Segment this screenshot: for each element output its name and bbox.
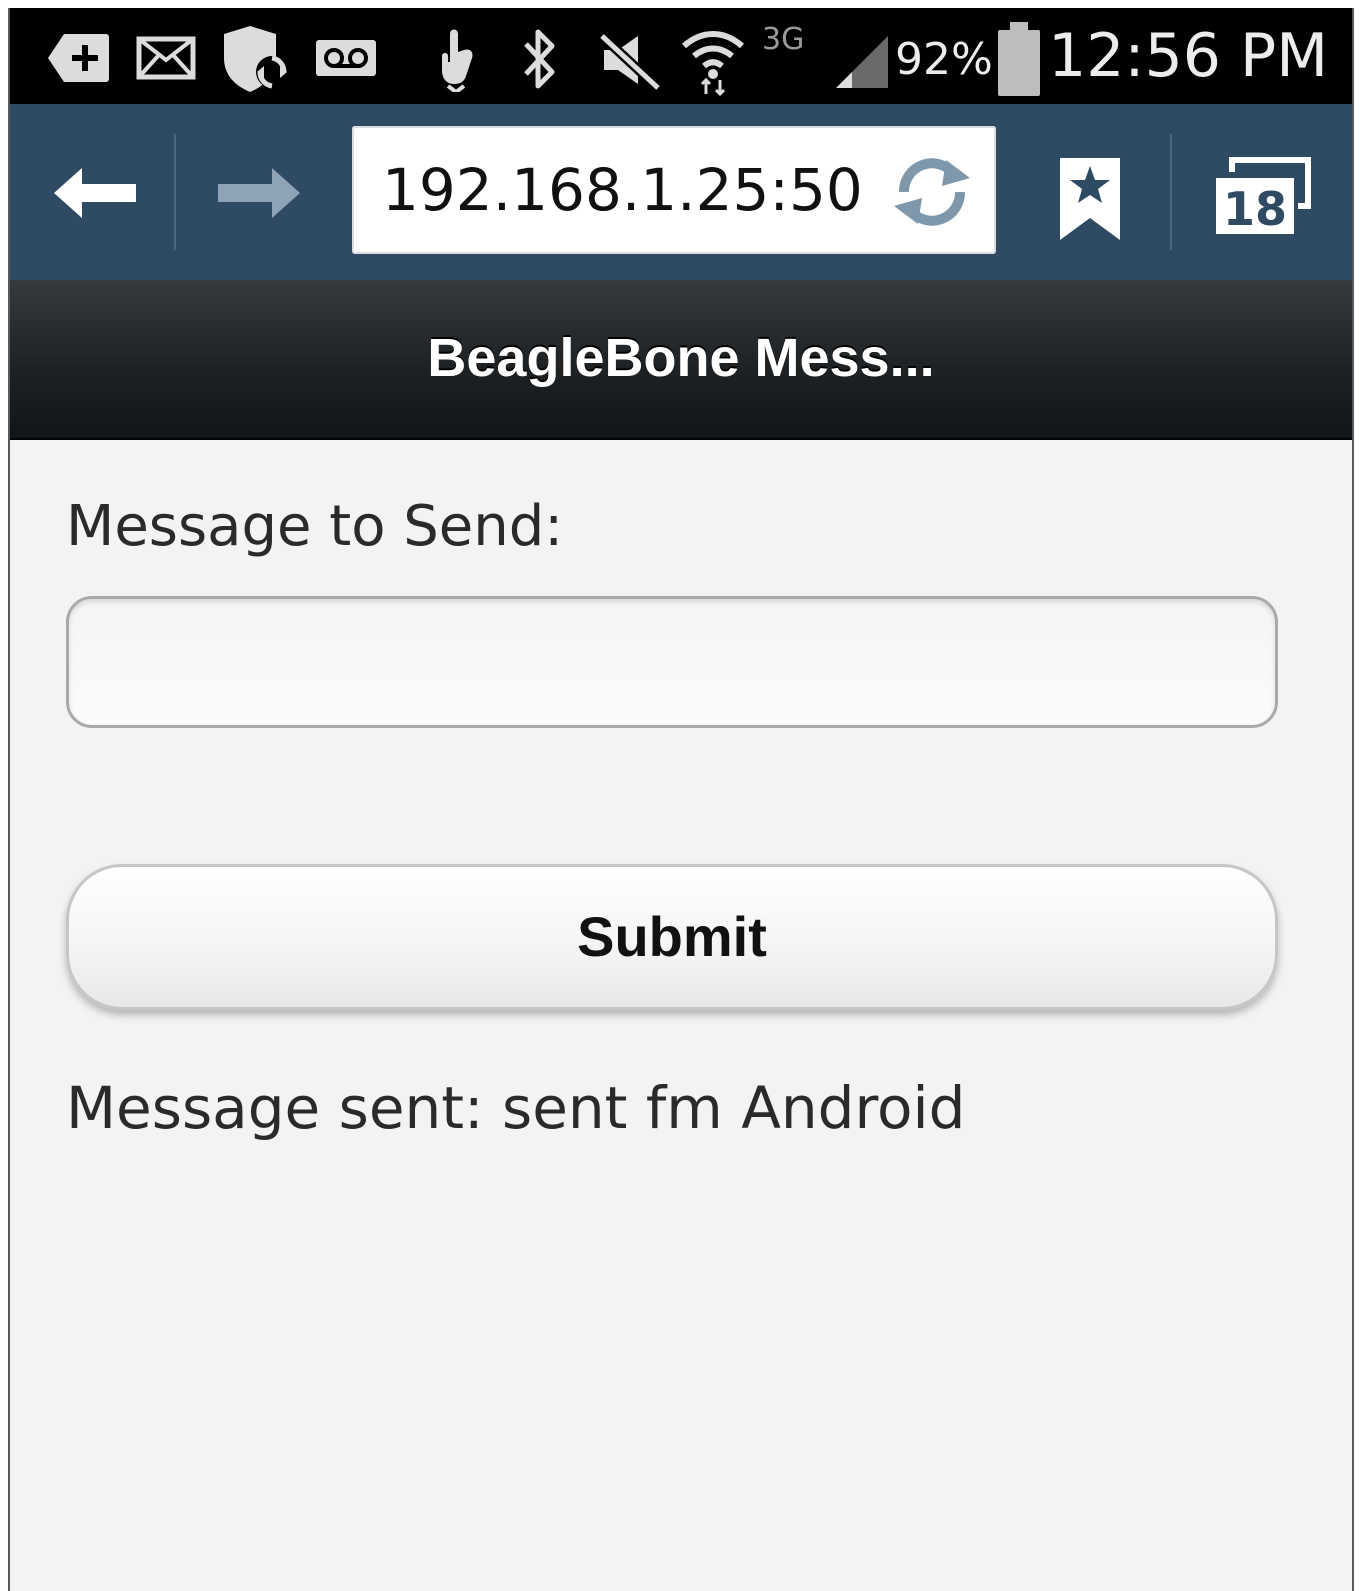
wifi-icon (682, 31, 744, 96)
toolbar-divider-2 (1170, 134, 1172, 250)
mail-icon (136, 36, 196, 80)
browser-toolbar: 192.168.1.25:5000 18 (10, 104, 1352, 280)
message-input[interactable] (66, 596, 1278, 728)
page-content: Message to Send: Submit Message sent: se… (10, 440, 1352, 1591)
submit-button[interactable]: Submit (66, 864, 1278, 1010)
message-label: Message to Send: (66, 494, 564, 559)
sent-status-message: Message sent: sent fm Android (66, 1074, 966, 1142)
reload-icon[interactable] (886, 152, 978, 232)
page-title: BeagleBone Mess... (427, 328, 935, 388)
voicemail-icon (316, 40, 376, 76)
bluetooth-icon (524, 29, 555, 89)
network-type-label: 3G (762, 22, 805, 57)
back-arrow-icon[interactable] (52, 166, 138, 220)
url-text[interactable]: 192.168.1.25:5000 (382, 156, 860, 224)
page-header: BeagleBone Mess... (10, 280, 1352, 440)
battery-percent: 92% (895, 34, 993, 85)
forward-arrow-icon[interactable] (216, 166, 302, 220)
status-time: 12:56 PM (1048, 21, 1328, 91)
signal-icon (836, 36, 888, 88)
phone-screen: 3G 92% 12:56 PM 192.168.1.25:5000 (8, 8, 1354, 1591)
mute-icon (598, 32, 662, 90)
battery-icon (998, 22, 1040, 96)
toolbar-divider (174, 134, 176, 250)
shield-icon (224, 26, 288, 92)
tab-count: 18 (1223, 182, 1287, 236)
tabs-icon[interactable]: 18 (1210, 156, 1314, 238)
hand-icon (442, 29, 473, 92)
add-icon (48, 34, 109, 82)
status-bar: 3G 92% 12:56 PM (10, 8, 1352, 104)
bookmark-icon[interactable] (1056, 156, 1124, 242)
address-bar[interactable]: 192.168.1.25:5000 (352, 126, 996, 254)
